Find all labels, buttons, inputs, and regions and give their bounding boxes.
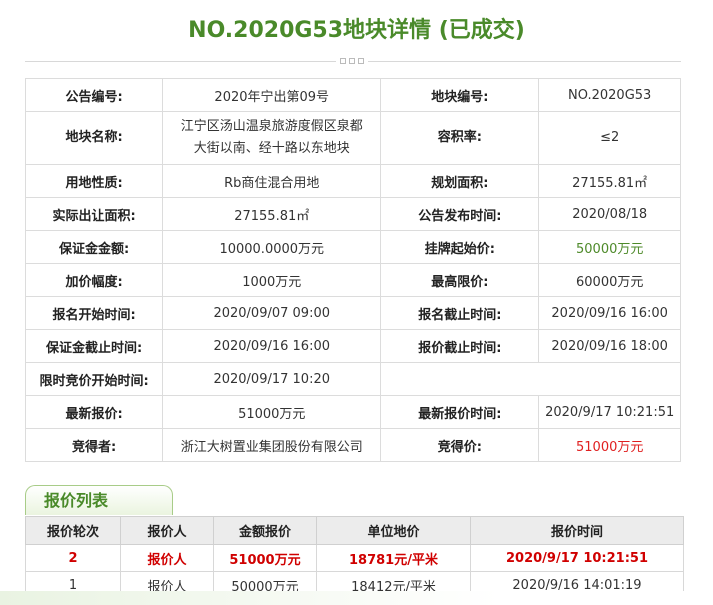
label-signup-start: 报名开始时间:	[24, 296, 164, 330]
value-parcel-no: NO.2020G53	[538, 78, 681, 112]
header-amount: 金额报价	[213, 516, 317, 545]
value-signup-start: 2020/09/07 09:00	[162, 296, 382, 330]
tab-bid-list[interactable]: 报价列表	[25, 485, 173, 515]
empty-cell	[380, 362, 681, 396]
header-bidder: 报价人	[120, 516, 214, 545]
label-bid-deadline: 报价截止时间:	[380, 329, 540, 363]
value-deposit: 10000.0000万元	[162, 230, 382, 264]
label-deposit-deadline: 保证金截止时间:	[24, 329, 164, 363]
label-timed-bid-start: 限时竞价开始时间:	[24, 362, 164, 396]
label-signup-end: 报名截止时间:	[380, 296, 540, 330]
header-unit-price: 单位地价	[316, 516, 471, 545]
parcel-name-line-2: 大街以南、经十路以东地块	[193, 141, 350, 156]
value-max-price: 60000万元	[538, 263, 681, 297]
value-timed-bid-start: 2020/09/17 10:20	[162, 362, 382, 396]
value-planned-area: 27155.81㎡	[538, 164, 681, 198]
label-deposit: 保证金金额:	[24, 230, 164, 264]
label-planned-area: 规划面积:	[380, 164, 540, 198]
page-title: NO.2020G53地块详情 (已成交)	[188, 18, 525, 43]
parcel-info-table: 公告编号: 2020年宁出第09号 地块编号: NO.2020G53 地块名称:…	[24, 78, 681, 462]
label-land-use: 用地性质:	[24, 164, 164, 198]
label-winning-price: 竞得价:	[380, 428, 540, 462]
cell-bidder: 报价人	[120, 544, 214, 572]
value-announcement-no: 2020年宁出第09号	[162, 78, 382, 112]
label-actual-area: 实际出让面积:	[24, 197, 164, 231]
label-latest-bid-time: 最新报价时间:	[380, 395, 540, 429]
label-latest-bid: 最新报价:	[24, 395, 164, 429]
value-winner: 浙江大树置业集团股份有限公司	[162, 428, 382, 462]
value-latest-bid: 51000万元	[162, 395, 382, 429]
label-publish-date: 公告发布时间:	[380, 197, 540, 231]
divider-ornament	[336, 55, 368, 67]
cell-amount: 51000万元	[213, 544, 317, 572]
parcel-name-line-1: 江宁区汤山温泉旅游度假区泉都	[180, 119, 363, 134]
value-land-use: Rb商住混合用地	[162, 164, 382, 198]
value-parcel-name: 江宁区汤山温泉旅游度假区泉都 大街以南、经十路以东地块	[162, 111, 382, 165]
value-publish-date: 2020/08/18	[538, 197, 681, 231]
cell-round: 2	[25, 544, 121, 572]
bids-table: 报价轮次 报价人 金额报价 单位地价 报价时间 2 报价人 51000万元 18…	[25, 516, 684, 599]
bids-section-header: 报价列表	[25, 485, 681, 517]
value-deposit-deadline: 2020/09/16 16:00	[162, 329, 382, 363]
label-parcel-no: 地块编号:	[380, 78, 540, 112]
value-latest-bid-time: 2020/9/17 10:21:51	[538, 395, 681, 429]
header-round: 报价轮次	[25, 516, 121, 545]
value-signup-end: 2020/09/16 16:00	[538, 296, 681, 330]
label-winner: 竞得者:	[24, 428, 164, 462]
table-row: 2 报价人 51000万元 18781元/平米 2020/9/17 10:21:…	[25, 544, 684, 572]
cell-unit-price: 18781元/平米	[316, 544, 471, 572]
value-winning-price: 51000万元	[538, 428, 681, 462]
label-announcement-no: 公告编号:	[24, 78, 164, 112]
label-plot-ratio: 容积率:	[380, 111, 540, 165]
label-max-price: 最高限价:	[380, 263, 540, 297]
label-parcel-name: 地块名称:	[24, 111, 164, 165]
value-bid-deadline: 2020/09/16 18:00	[538, 329, 681, 363]
label-start-price: 挂牌起始价:	[380, 230, 540, 264]
label-increment: 加价幅度:	[24, 263, 164, 297]
header-bid-time: 报价时间	[470, 516, 684, 545]
cell-bid-time: 2020/9/17 10:21:51	[470, 544, 684, 572]
value-actual-area: 27155.81㎡	[162, 197, 382, 231]
decorative-footer-band	[0, 591, 713, 605]
value-increment: 1000万元	[162, 263, 382, 297]
value-plot-ratio: ≤2	[538, 111, 681, 165]
value-start-price: 50000万元	[538, 230, 681, 264]
